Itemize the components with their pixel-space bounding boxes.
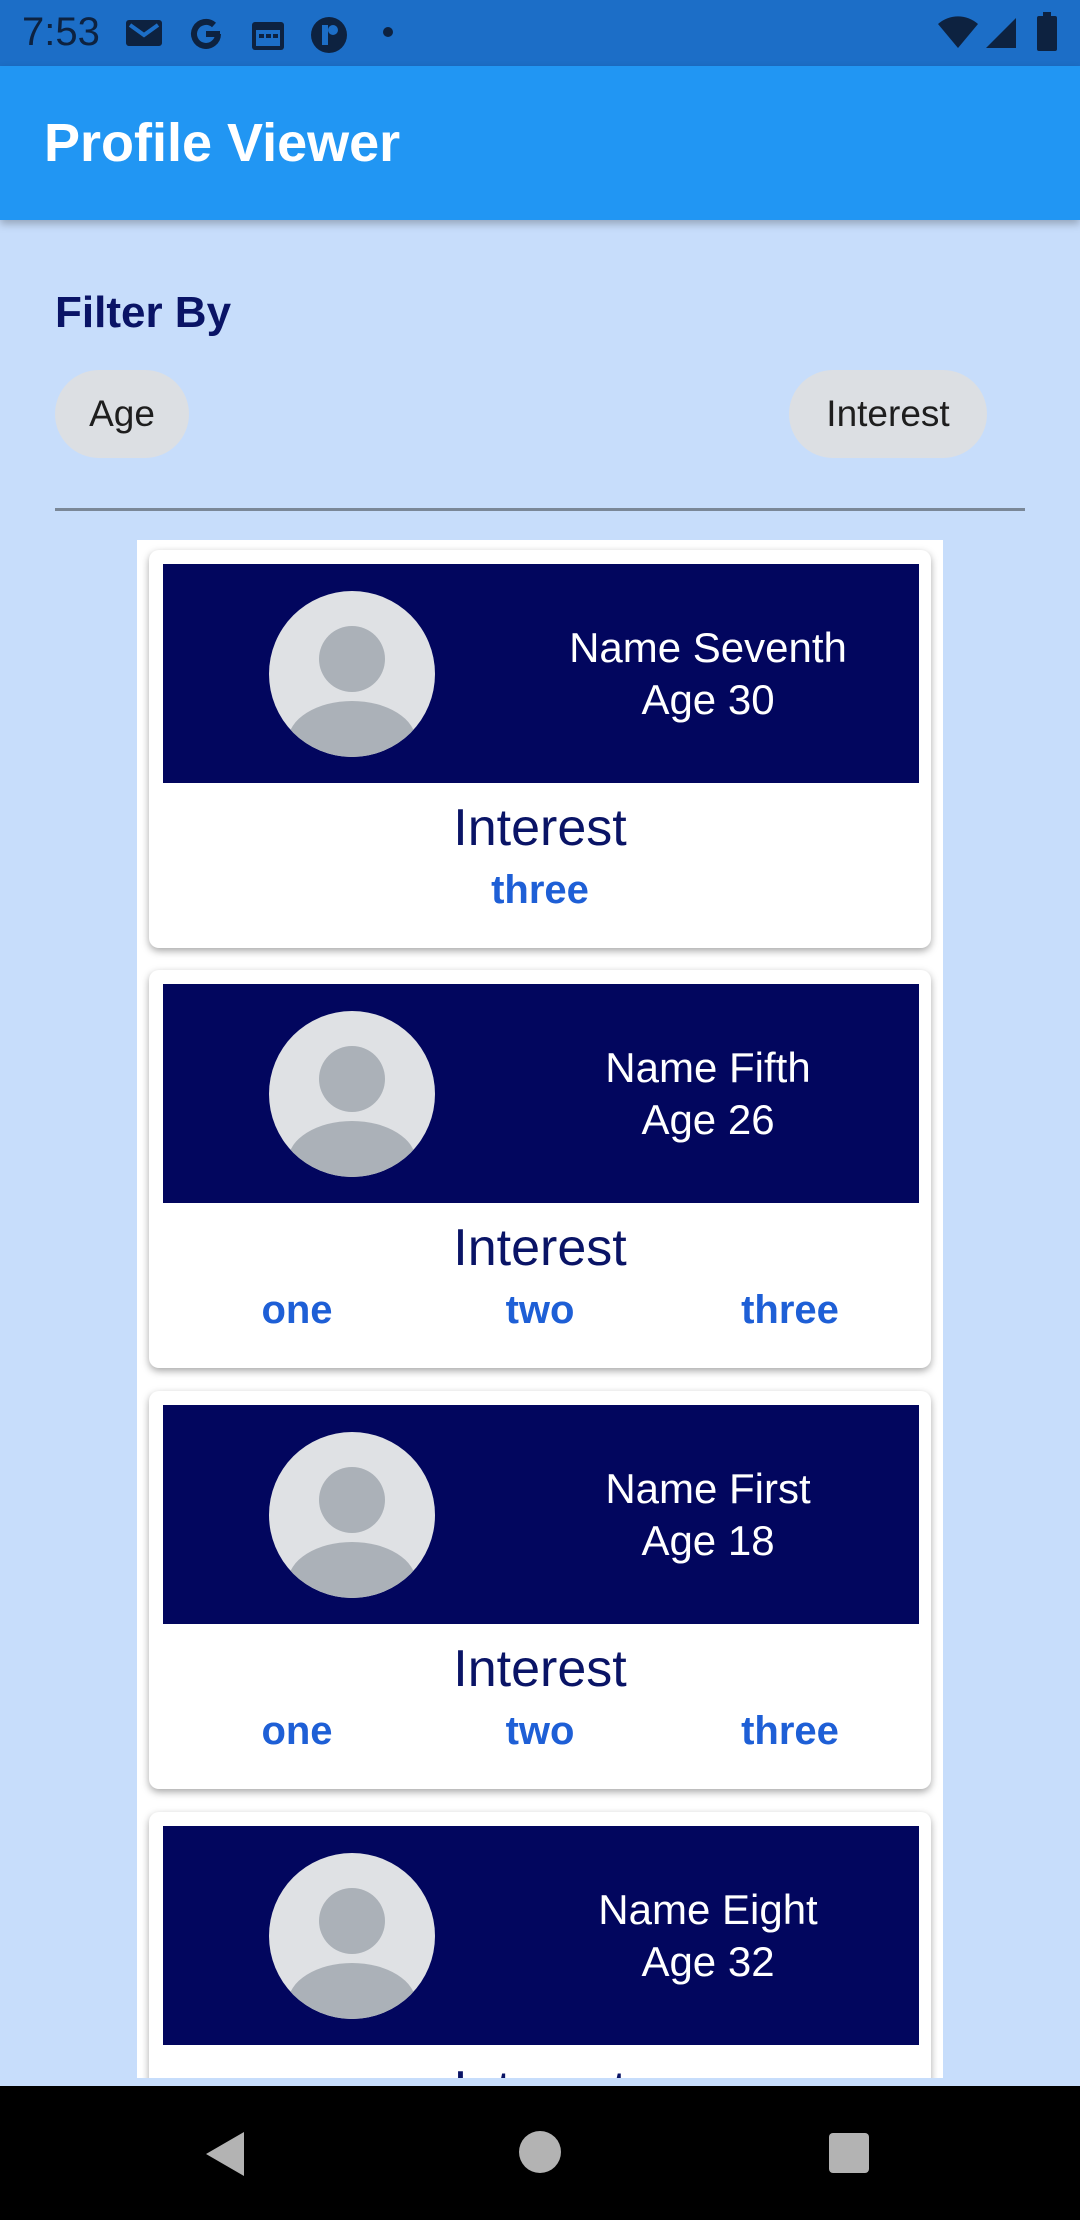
- interest-tag: two: [505, 1709, 575, 1753]
- divider: [55, 508, 1025, 511]
- profile-name: Name Eight: [598, 1886, 818, 1933]
- interest-tag: one: [261, 1709, 333, 1753]
- status-time: 7:53: [22, 10, 100, 54]
- profile-name: Name First: [605, 1465, 811, 1512]
- interest-list: three: [149, 868, 931, 924]
- profile-list[interactable]: Name Seventh Age 30 Interest three Name …: [137, 540, 943, 2078]
- interest-tag: three: [741, 1288, 839, 1332]
- profile-age: Age 18: [641, 1517, 775, 1564]
- filter-title: Filter By: [55, 288, 232, 337]
- wifi-icon: [936, 16, 980, 50]
- signal-icon: [984, 16, 1018, 50]
- interest-tag: three: [491, 868, 589, 912]
- app-icon: [310, 16, 348, 54]
- profile-name: Name Seventh: [569, 624, 847, 671]
- profile-card[interactable]: Name Eight Age 32 Interest: [149, 1812, 931, 2078]
- profile-card-header: Name Fifth Age 26: [163, 984, 919, 1203]
- profile-age: Age 30: [641, 676, 775, 723]
- calendar-icon: [250, 16, 286, 52]
- avatar-icon: [269, 1011, 435, 1177]
- avatar-icon: [269, 1853, 435, 2019]
- profile-card[interactable]: Name First Age 18 Interest one two three: [149, 1391, 931, 1789]
- filter-chip-age[interactable]: Age: [55, 370, 189, 458]
- interest-tag: one: [261, 1288, 333, 1332]
- interest-heading: Interest: [453, 799, 627, 857]
- back-icon[interactable]: [202, 2130, 246, 2183]
- nav-bar: [0, 2086, 1080, 2220]
- gmail-icon: [124, 16, 164, 50]
- profile-name: Name Fifth: [605, 1044, 811, 1091]
- interest-heading: Interest: [149, 2060, 931, 2078]
- app-bar: Profile Viewer: [0, 66, 1080, 220]
- profile-card-header: Name Eight Age 32: [163, 1826, 919, 2045]
- profile-card[interactable]: Name Fifth Age 26 Interest one two three: [149, 970, 931, 1368]
- interest-heading: Interest: [453, 1640, 627, 1698]
- app-title: Profile Viewer: [44, 113, 401, 173]
- recents-icon[interactable]: [828, 2132, 870, 2179]
- avatar-icon: [269, 591, 435, 757]
- profile-card-header: Name Seventh Age 30: [163, 564, 919, 783]
- status-bar: 7:53: [0, 0, 1080, 66]
- interest-heading: Interest: [453, 1219, 627, 1277]
- interest-list: one two three: [149, 1288, 931, 1344]
- interest-tag: two: [505, 1288, 575, 1332]
- profile-card-header: Name First Age 18: [163, 1405, 919, 1624]
- interest-tag: three: [741, 1709, 839, 1753]
- profile-age: Age 32: [641, 1938, 775, 1985]
- battery-icon: [1036, 12, 1058, 52]
- home-icon[interactable]: [518, 2130, 562, 2179]
- interest-list: one two three: [149, 1709, 931, 1765]
- avatar-icon: [269, 1432, 435, 1598]
- profile-card[interactable]: Name Seventh Age 30 Interest three: [149, 550, 931, 948]
- dot-icon: [382, 26, 394, 38]
- filter-chip-interest[interactable]: Interest: [789, 370, 987, 458]
- profile-age: Age 26: [641, 1096, 775, 1143]
- google-icon: [188, 16, 224, 52]
